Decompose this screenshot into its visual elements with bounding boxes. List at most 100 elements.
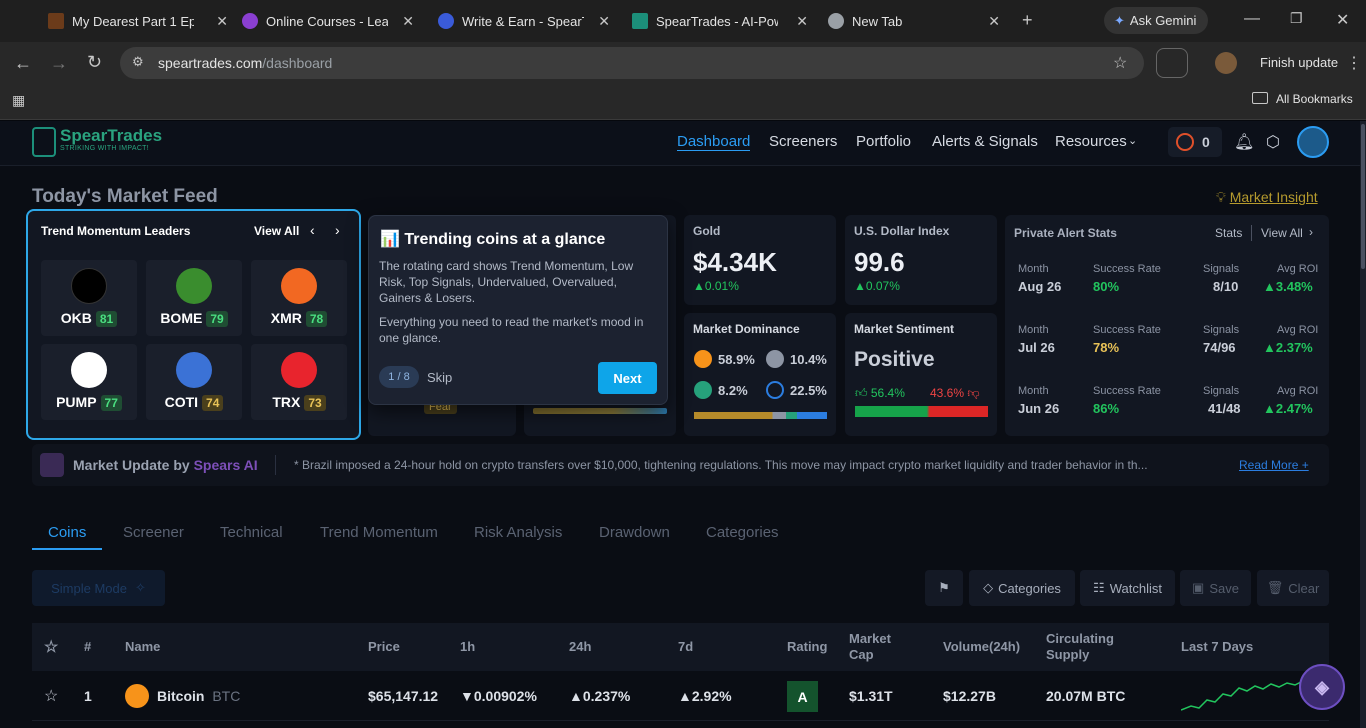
col-1h[interactable]: 1h — [460, 639, 475, 654]
chevron-left-icon[interactable]: ‹ — [310, 222, 315, 238]
sentiment-down-value: 43.6% — [930, 386, 965, 400]
url-text[interactable]: speartrades.com/dashboard — [158, 55, 332, 71]
close-tab-icon[interactable]: ✕ — [988, 13, 1000, 30]
read-more-link[interactable]: Read More + — [1239, 458, 1309, 472]
bell-icon[interactable]: 🔔︎ — [1234, 132, 1254, 152]
col-24h[interactable]: 24h — [569, 639, 591, 654]
coin-name: COTI — [164, 394, 199, 410]
col-market-cap[interactable]: Market — [849, 631, 891, 646]
other-dominance: 22.5% — [790, 383, 827, 398]
apps-grid-icon[interactable]: ▦ — [12, 92, 25, 109]
usd-label: U.S. Dollar Index — [854, 224, 950, 238]
reload-icon[interactable]: ↻ — [87, 52, 102, 73]
col-7d[interactable]: 7d — [678, 639, 693, 654]
browser-tab-active[interactable]: SpearTrades - AI-Power ✕ — [632, 6, 808, 36]
coin-tile[interactable]: TRX 73 — [251, 344, 347, 420]
browser-tab[interactable]: Write & Earn - SpearTra ✕ — [438, 6, 610, 36]
tab-trend-momentum[interactable]: Trend Momentum — [320, 524, 438, 541]
col-name[interactable]: Name — [125, 639, 160, 654]
browser-tab[interactable]: Online Courses - Learn ✕ — [242, 6, 414, 36]
browser-tab[interactable]: New Tab ✕ — [828, 6, 1000, 36]
tab-coins[interactable]: Coins — [48, 524, 86, 541]
settings-icon[interactable]: ⬡ — [1266, 132, 1280, 152]
tag-icon: ◇ — [983, 580, 994, 595]
clear-button[interactable]: 🗑︎ Clear — [1257, 570, 1329, 606]
close-tab-icon[interactable]: ✕ — [598, 13, 610, 30]
more-menu-icon[interactable]: ⋮ — [1346, 53, 1362, 73]
bookmark-star-icon[interactable]: ☆ — [1113, 53, 1127, 73]
view-all-link[interactable]: View All — [254, 224, 299, 238]
save-button[interactable]: ▣ Save — [1180, 570, 1251, 606]
watchlist-label: Watchlist — [1109, 580, 1162, 596]
close-tab-icon[interactable]: ✕ — [216, 13, 228, 30]
speartrades-logo-icon[interactable] — [32, 127, 56, 157]
flag-icon[interactable]: ⚑ — [925, 570, 963, 606]
minimize-icon[interactable]: — — [1244, 10, 1260, 28]
chevron-down-icon[interactable]: ⌄ — [1128, 134, 1137, 147]
coin-name: Bitcoin — [157, 688, 205, 704]
restore-icon[interactable]: ❐ — [1290, 10, 1303, 27]
coin-label: XMR 78 — [251, 310, 347, 327]
next-button[interactable]: Next — [598, 362, 657, 394]
coin-tile[interactable]: XMR 78 — [251, 260, 347, 336]
tab-categories[interactable]: Categories — [706, 524, 779, 541]
close-tab-icon[interactable]: ✕ — [402, 13, 414, 30]
logo-name[interactable]: SpearTrades — [60, 126, 162, 146]
divider — [275, 455, 276, 475]
site-favicon-icon — [242, 13, 258, 29]
bitcoin-icon — [125, 684, 149, 708]
col-rating[interactable]: Rating — [787, 639, 827, 654]
stats-link[interactable]: Stats — [1215, 226, 1242, 240]
tab-risk-analysis[interactable]: Risk Analysis — [474, 524, 562, 541]
points-counter[interactable]: 0 — [1168, 127, 1222, 157]
back-icon[interactable]: ← — [14, 53, 32, 74]
tab-technical[interactable]: Technical — [220, 524, 283, 541]
categories-button[interactable]: ◇ Categories — [969, 570, 1075, 606]
close-tab-icon[interactable]: ✕ — [796, 13, 808, 30]
col-last-7-days[interactable]: Last 7 Days — [1181, 639, 1253, 654]
watchlist-button[interactable]: ☷ Watchlist — [1080, 570, 1175, 606]
nav-alerts-signals[interactable]: Alerts & Signals — [932, 133, 1038, 150]
nav-resources[interactable]: Resources — [1055, 133, 1127, 150]
simple-mode-label: Simple Mode — [51, 580, 127, 596]
stat-month: Aug 26 — [1018, 279, 1062, 294]
profile-avatar[interactable] — [1215, 52, 1237, 74]
skip-button[interactable]: Skip — [427, 370, 452, 385]
simple-mode-button[interactable]: Simple Mode ✧ — [32, 570, 165, 606]
market-insight-link[interactable]: 💡︎ Market Insight — [1216, 189, 1318, 206]
coin-tile[interactable]: OKB 81 — [41, 260, 137, 336]
browser-tab[interactable]: My Dearest Part 1 Episo ✕ — [48, 6, 228, 36]
star-icon[interactable]: ☆ — [44, 637, 58, 657]
coin-tile[interactable]: BOME 79 — [146, 260, 242, 336]
col-price[interactable]: Price — [368, 639, 400, 654]
chrome-icon — [828, 13, 844, 29]
coin-name-cell[interactable]: Bitcoin BTC — [157, 688, 240, 704]
finish-update-button[interactable]: Finish update — [1260, 55, 1338, 70]
chevron-right-icon[interactable]: › — [335, 222, 340, 238]
tab-screener[interactable]: Screener — [123, 524, 184, 541]
chevron-right-icon[interactable]: › — [1309, 225, 1313, 239]
new-tab-icon[interactable]: + — [1022, 10, 1033, 31]
user-avatar[interactable] — [1297, 126, 1329, 158]
chat-assistant-icon[interactable]: ◈ — [1299, 664, 1345, 710]
tab-drawdown[interactable]: Drawdown — [599, 524, 670, 541]
extensions-icon[interactable] — [1156, 48, 1188, 78]
nav-portfolio[interactable]: Portfolio — [856, 133, 911, 150]
nav-dashboard[interactable]: Dashboard — [677, 133, 751, 151]
watchlist-star-icon[interactable]: ☆ — [44, 686, 58, 706]
sentiment-up-value: 56.4% — [870, 386, 905, 400]
nav-screeners[interactable]: Screeners — [769, 133, 837, 150]
usdt-dominance: 8.2% — [718, 383, 748, 398]
forward-icon[interactable]: → — [50, 53, 68, 74]
close-window-icon[interactable]: ✕ — [1336, 10, 1349, 30]
ask-gemini-button[interactable]: ✦ Ask Gemini — [1104, 7, 1208, 34]
alert-view-all-link[interactable]: View All — [1261, 226, 1303, 240]
col-supply[interactable]: Circulating — [1046, 631, 1114, 646]
col-rank[interactable]: # — [84, 639, 91, 654]
col-volume[interactable]: Volume(24h) — [943, 639, 1020, 654]
coin-tile[interactable]: PUMP 77 — [41, 344, 137, 420]
all-bookmarks-button[interactable]: All Bookmarks — [1276, 92, 1353, 106]
site-info-icon[interactable]: ⚙ — [132, 54, 144, 70]
coin-tile[interactable]: COTI 74 — [146, 344, 242, 420]
scrollbar-thumb[interactable] — [1361, 124, 1365, 269]
